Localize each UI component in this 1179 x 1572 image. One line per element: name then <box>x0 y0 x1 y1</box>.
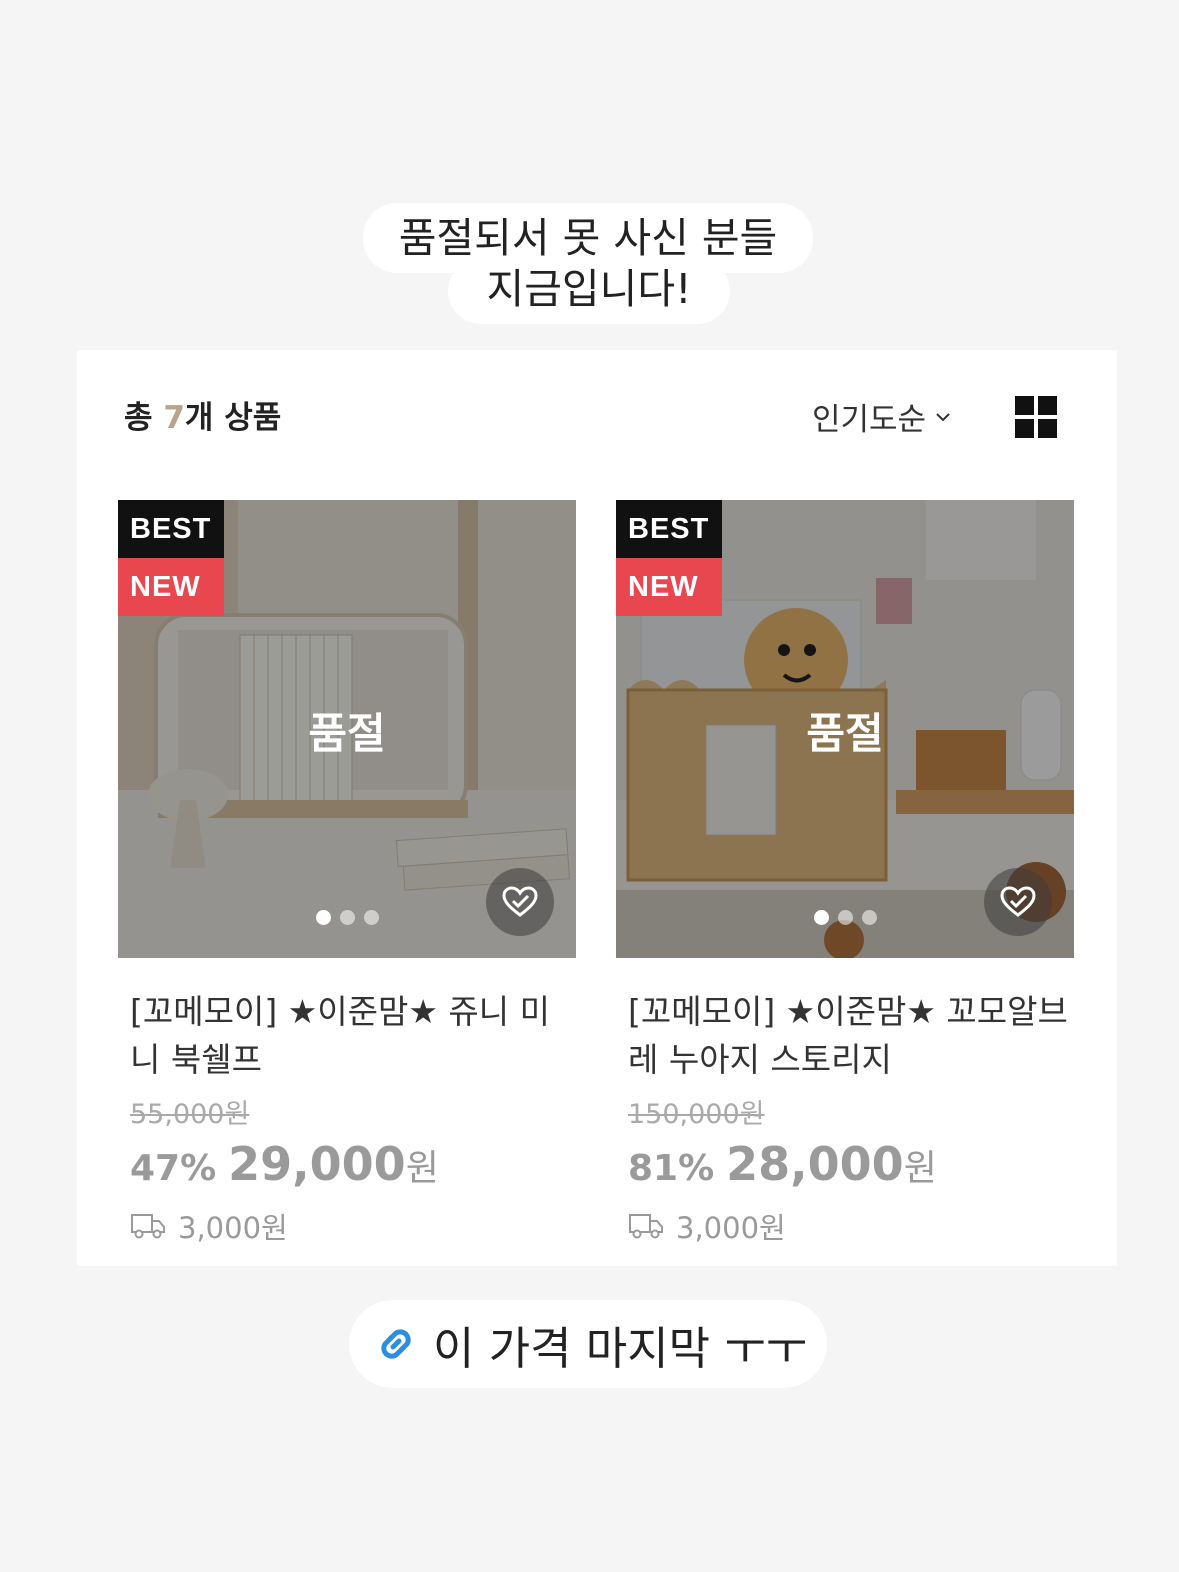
shipping-fee: 3,000원 <box>118 1205 576 1247</box>
discount-rate: 81% <box>628 1148 715 1189</box>
grid-view-icon[interactable] <box>1015 396 1057 438</box>
product-title[interactable]: [꼬메모이] ★이준맘★ 꼬모알브레 누아지 스토리지 <box>616 988 1068 1084</box>
pagination-dot[interactable] <box>813 910 829 925</box>
shipping-fee-value: 3,000원 <box>676 1211 786 1245</box>
sort-dropdown[interactable]: 인기도순 <box>812 394 952 439</box>
currency-unit: 원 <box>903 1148 937 1189</box>
link-sticker-text: 이 가격 마지막 ㅜㅜ <box>433 1321 808 1375</box>
chevron-down-icon <box>936 412 950 421</box>
sale-price-row: 81% 28,000 원 <box>616 1137 1074 1191</box>
sale-price: 29,000 <box>228 1137 406 1191</box>
wishlist-heart-icon[interactable] <box>984 868 1052 936</box>
total-count-number: 7 <box>163 400 185 436</box>
wishlist-heart-icon[interactable] <box>486 868 554 936</box>
new-badge: NEW <box>118 558 224 616</box>
pagination-dot[interactable] <box>315 910 331 925</box>
pagination-dot[interactable] <box>837 910 853 925</box>
discount-rate: 47% <box>130 1148 217 1189</box>
link-icon <box>381 1329 411 1359</box>
product-card[interactable]: BEST NEW 품절 [꼬메모이] ★이준맘★ 꼬모알브레 누아지 스토리지 … <box>616 500 1074 1247</box>
best-badge: BEST <box>616 500 722 558</box>
product-list-panel: 총 7개 상품 인기도순 BEST NEW 품절 [꼬메모이] ★이준맘★ 쥬니… <box>77 350 1117 1266</box>
sort-label: 인기도순 <box>812 402 927 438</box>
soldout-label: 품절 <box>806 709 884 758</box>
pagination-dot[interactable] <box>861 910 877 925</box>
sale-price-row: 47% 29,000 원 <box>118 1137 576 1191</box>
currency-unit: 원 <box>405 1148 439 1189</box>
product-image[interactable]: BEST NEW 품절 <box>118 500 576 958</box>
product-card[interactable]: BEST NEW 품절 [꼬메모이] ★이준맘★ 쥬니 미니 북쉘프 55,00… <box>118 500 576 1247</box>
best-badge: BEST <box>118 500 224 558</box>
original-price: 150,000원 <box>628 1099 765 1130</box>
shipping-fee-value: 3,000원 <box>178 1211 288 1245</box>
delivery-truck-icon <box>629 1214 663 1239</box>
soldout-label: 품절 <box>308 709 386 758</box>
total-suffix: 개 상품 <box>184 400 282 436</box>
new-badge: NEW <box>616 558 722 616</box>
shipping-fee: 3,000원 <box>616 1205 1074 1247</box>
link-sticker[interactable]: 이 가격 마지막 ㅜㅜ <box>349 1300 827 1388</box>
pagination-dot[interactable] <box>363 910 379 925</box>
delivery-truck-icon <box>131 1214 165 1239</box>
product-title[interactable]: [꼬메모이] ★이준맘★ 쥬니 미니 북쉘프 <box>118 988 570 1084</box>
product-total-count: 총 7개 상품 <box>124 392 281 437</box>
story-caption-line-2: 지금입니다! <box>448 258 730 324</box>
total-prefix: 총 <box>124 400 164 436</box>
sale-price: 28,000 <box>726 1137 904 1191</box>
pagination-dot[interactable] <box>339 910 355 925</box>
original-price: 55,000원 <box>130 1099 250 1130</box>
product-image[interactable]: BEST NEW 품절 <box>616 500 1074 958</box>
